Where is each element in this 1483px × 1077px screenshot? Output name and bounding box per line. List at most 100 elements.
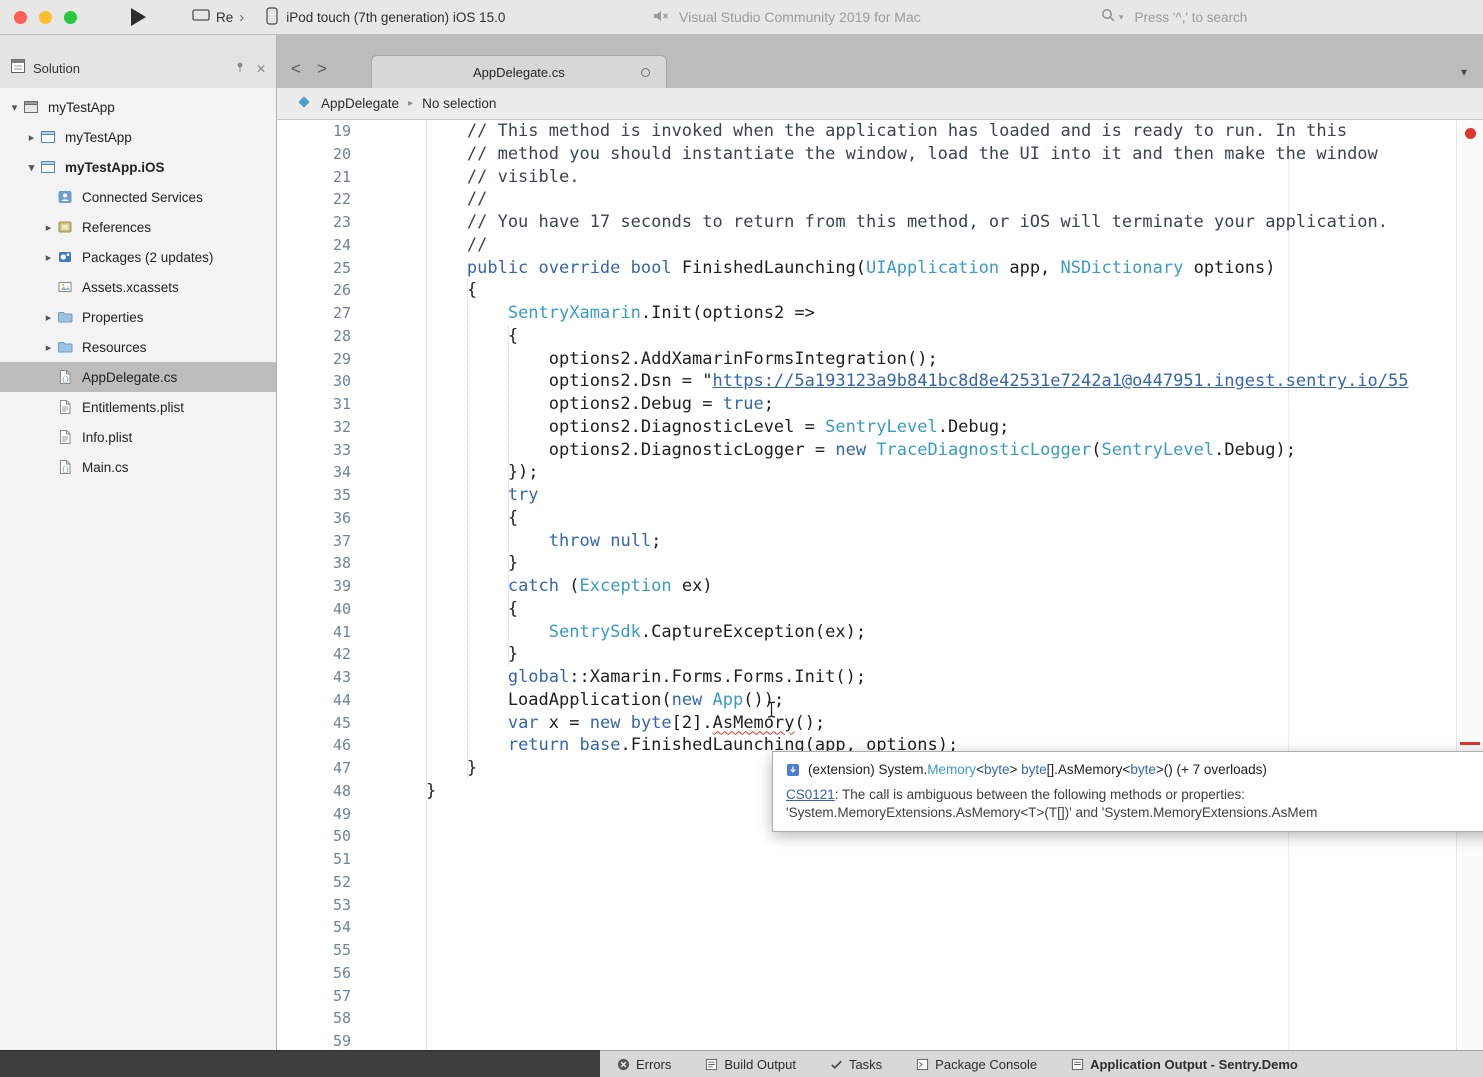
tree-item-mytestapp-solution[interactable]: ▾myTestApp bbox=[0, 92, 276, 122]
tab-overflow-button[interactable]: ▾ bbox=[1461, 65, 1467, 79]
device-selector[interactable]: iPod touch (7th generation) iOS 15.0 bbox=[266, 7, 505, 28]
line-number[interactable]: 41 bbox=[277, 621, 357, 644]
line-number[interactable]: 38 bbox=[277, 552, 357, 575]
zoom-window-button[interactable] bbox=[64, 11, 77, 24]
line-number[interactable]: 57 bbox=[277, 985, 357, 1008]
minimize-window-button[interactable] bbox=[39, 11, 52, 24]
line-number[interactable]: 56 bbox=[277, 962, 357, 985]
line-number[interactable]: 32 bbox=[277, 416, 357, 439]
line-number[interactable]: 47 bbox=[277, 757, 357, 780]
line-number[interactable]: 28 bbox=[277, 325, 357, 348]
code-line-38[interactable]: 38 } bbox=[277, 552, 1483, 575]
pad-button-package-console[interactable]: Package Console bbox=[916, 1057, 1037, 1072]
line-number[interactable]: 35 bbox=[277, 484, 357, 507]
expand-arrow-icon[interactable]: ▸ bbox=[40, 251, 57, 264]
code-line-55[interactable]: 55 bbox=[277, 939, 1483, 962]
code-line-31[interactable]: 31 options2.Debug = true; bbox=[277, 393, 1483, 416]
code-line-40[interactable]: 40 { bbox=[277, 598, 1483, 621]
close-icon[interactable]: ✕ bbox=[256, 62, 266, 76]
line-number[interactable]: 20 bbox=[277, 143, 357, 166]
line-number[interactable]: 48 bbox=[277, 780, 357, 803]
navigate-back-button[interactable]: < bbox=[291, 59, 301, 79]
line-number[interactable]: 36 bbox=[277, 507, 357, 530]
tree-item-resources[interactable]: ▸Resources bbox=[0, 332, 276, 362]
expand-arrow-icon[interactable]: ▸ bbox=[40, 341, 57, 354]
url-link[interactable]: https://5a193123a9b841bc8d8e42531e7242a1… bbox=[713, 371, 1409, 391]
code-editor[interactable]: 19 // This method is invoked when the ap… bbox=[277, 120, 1483, 1077]
pad-button-build-output[interactable]: Build Output bbox=[705, 1057, 796, 1072]
line-number[interactable]: 27 bbox=[277, 302, 357, 325]
tab-modified-indicator[interactable] bbox=[641, 68, 650, 77]
code-line-35[interactable]: 35 try bbox=[277, 484, 1483, 507]
code-line-21[interactable]: 21 // visible. bbox=[277, 166, 1483, 189]
code-line-37[interactable]: 37 throw null; bbox=[277, 530, 1483, 553]
code-line-22[interactable]: 22 // bbox=[277, 188, 1483, 211]
line-number[interactable]: 58 bbox=[277, 1007, 357, 1030]
line-number[interactable]: 45 bbox=[277, 712, 357, 735]
code-line-29[interactable]: 29 options2.AddXamarinFormsIntegration()… bbox=[277, 348, 1483, 371]
code-line-28[interactable]: 28 { bbox=[277, 325, 1483, 348]
search-field[interactable]: ▾ Press '^,' to search bbox=[1100, 7, 1247, 28]
code-line-57[interactable]: 57 bbox=[277, 985, 1483, 1008]
line-number[interactable]: 40 bbox=[277, 598, 357, 621]
line-number[interactable]: 19 bbox=[277, 120, 357, 143]
code-line-54[interactable]: 54 bbox=[277, 916, 1483, 939]
line-number[interactable]: 46 bbox=[277, 734, 357, 757]
breadcrumb-scope[interactable]: AppDelegate bbox=[321, 96, 399, 111]
code-line-45[interactable]: 45 var x = new byte[2].AsMemory(); bbox=[277, 712, 1483, 735]
line-number[interactable]: 52 bbox=[277, 871, 357, 894]
collapse-arrow-icon[interactable]: ▾ bbox=[23, 161, 40, 174]
code-line-20[interactable]: 20 // method you should instantiate the … bbox=[277, 143, 1483, 166]
line-number[interactable]: 55 bbox=[277, 939, 357, 962]
pad-button-tasks[interactable]: Tasks bbox=[830, 1057, 882, 1072]
tree-item-mytestapp-project[interactable]: ▸myTestApp bbox=[0, 122, 276, 152]
line-number[interactable]: 22 bbox=[277, 188, 357, 211]
line-number[interactable]: 54 bbox=[277, 916, 357, 939]
code-line-58[interactable]: 58 bbox=[277, 1007, 1483, 1030]
code-line-44[interactable]: 44 LoadApplication(new App()); bbox=[277, 689, 1483, 712]
pad-button-errors[interactable]: Errors bbox=[617, 1057, 671, 1072]
code-line-53[interactable]: 53 bbox=[277, 894, 1483, 917]
tree-item-properties[interactable]: ▸Properties bbox=[0, 302, 276, 332]
expand-arrow-icon[interactable]: ▸ bbox=[40, 221, 57, 234]
tree-item-main-cs[interactable]: {}Main.cs bbox=[0, 452, 276, 482]
close-window-button[interactable] bbox=[14, 11, 27, 24]
tree-item-packages[interactable]: ▸Packages (2 updates) bbox=[0, 242, 276, 272]
line-number[interactable]: 25 bbox=[277, 257, 357, 280]
line-number[interactable]: 50 bbox=[277, 825, 357, 848]
scrollbar[interactable] bbox=[1456, 120, 1483, 1077]
tree-item-assets-xcassets[interactable]: Assets.xcassets bbox=[0, 272, 276, 302]
code-line-36[interactable]: 36 { bbox=[277, 507, 1483, 530]
tree-item-entitlements-plist[interactable]: Entitlements.plist bbox=[0, 392, 276, 422]
tree-item-connected-services[interactable]: Connected Services bbox=[0, 182, 276, 212]
code-line-51[interactable]: 51 bbox=[277, 848, 1483, 871]
code-line-52[interactable]: 52 bbox=[277, 871, 1483, 894]
code-line-42[interactable]: 42 } bbox=[277, 643, 1483, 666]
line-number[interactable]: 24 bbox=[277, 234, 357, 257]
expand-arrow-icon[interactable]: ▸ bbox=[23, 131, 40, 144]
tree-item-appdelegate-cs[interactable]: {}AppDelegate.cs bbox=[0, 362, 276, 392]
line-number[interactable]: 26 bbox=[277, 279, 357, 302]
line-number[interactable]: 49 bbox=[277, 803, 357, 826]
error-code-link[interactable]: CS0121 bbox=[786, 787, 835, 802]
breadcrumb-selection[interactable]: No selection bbox=[422, 96, 496, 111]
code-line-39[interactable]: 39 catch (Exception ex) bbox=[277, 575, 1483, 598]
code-line-24[interactable]: 24 // bbox=[277, 234, 1483, 257]
tree-item-info-plist[interactable]: Info.plist bbox=[0, 422, 276, 452]
tree-item-references[interactable]: ▸References bbox=[0, 212, 276, 242]
pin-icon[interactable] bbox=[234, 60, 246, 78]
code-line-25[interactable]: 25 public override bool FinishedLaunchin… bbox=[277, 257, 1483, 280]
line-number[interactable]: 39 bbox=[277, 575, 357, 598]
code-line-26[interactable]: 26 { bbox=[277, 279, 1483, 302]
line-number[interactable]: 44 bbox=[277, 689, 357, 712]
line-number[interactable]: 30 bbox=[277, 370, 357, 393]
code-line-34[interactable]: 34 }); bbox=[277, 461, 1483, 484]
line-number[interactable]: 42 bbox=[277, 643, 357, 666]
code-line-56[interactable]: 56 bbox=[277, 962, 1483, 985]
line-number[interactable]: 37 bbox=[277, 530, 357, 553]
run-button[interactable] bbox=[131, 8, 146, 26]
collapse-arrow-icon[interactable]: ▾ bbox=[6, 101, 23, 114]
code-line-32[interactable]: 32 options2.DiagnosticLevel = SentryLeve… bbox=[277, 416, 1483, 439]
line-number[interactable]: 33 bbox=[277, 439, 357, 462]
code-line-33[interactable]: 33 options2.DiagnosticLogger = new Trace… bbox=[277, 439, 1483, 462]
